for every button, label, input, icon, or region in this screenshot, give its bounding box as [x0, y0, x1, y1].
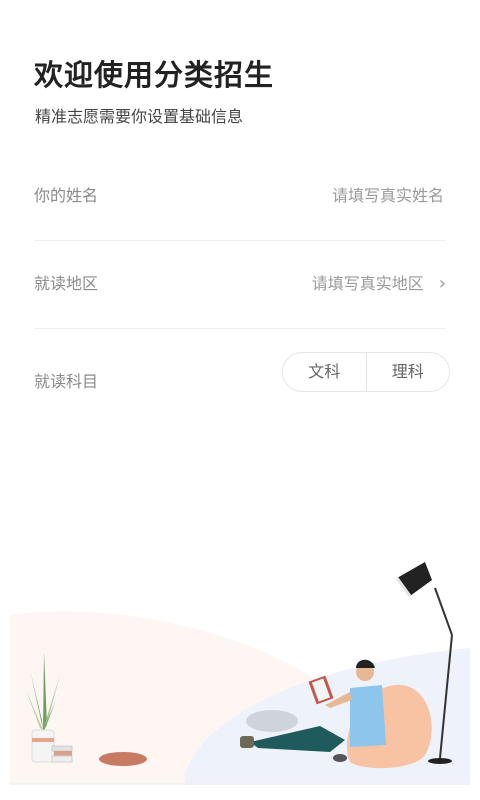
page-title: 欢迎使用分类招生: [34, 58, 275, 92]
name-input[interactable]: [242, 185, 446, 206]
region-value[interactable]: 请填写真实地区 ›: [312, 240, 446, 328]
name-label: 你的姓名: [34, 186, 99, 205]
name-row: 你的姓名: [34, 152, 446, 241]
subject-label: 就读科目: [34, 372, 99, 391]
region-row[interactable]: 就读地区 请填写真实地区 ›: [34, 240, 446, 329]
chevron-right-icon: ›: [438, 273, 446, 294]
name-value-wrap: [242, 152, 446, 240]
subject-segmented-control: 文科 理科: [282, 352, 450, 392]
region-label: 就读地区: [34, 274, 99, 293]
pillow-icon: [246, 710, 298, 732]
subject-option-science[interactable]: 理科: [365, 353, 450, 391]
subject-option-arts[interactable]: 文科: [283, 353, 366, 391]
page-subtitle: 精准志愿需要你设置基础信息: [35, 107, 244, 126]
floor-cushion-icon: [99, 752, 147, 766]
region-placeholder: 请填写真实地区: [311, 274, 424, 293]
reading-person-illustration: [10, 562, 470, 785]
books-icon: [51, 745, 73, 763]
